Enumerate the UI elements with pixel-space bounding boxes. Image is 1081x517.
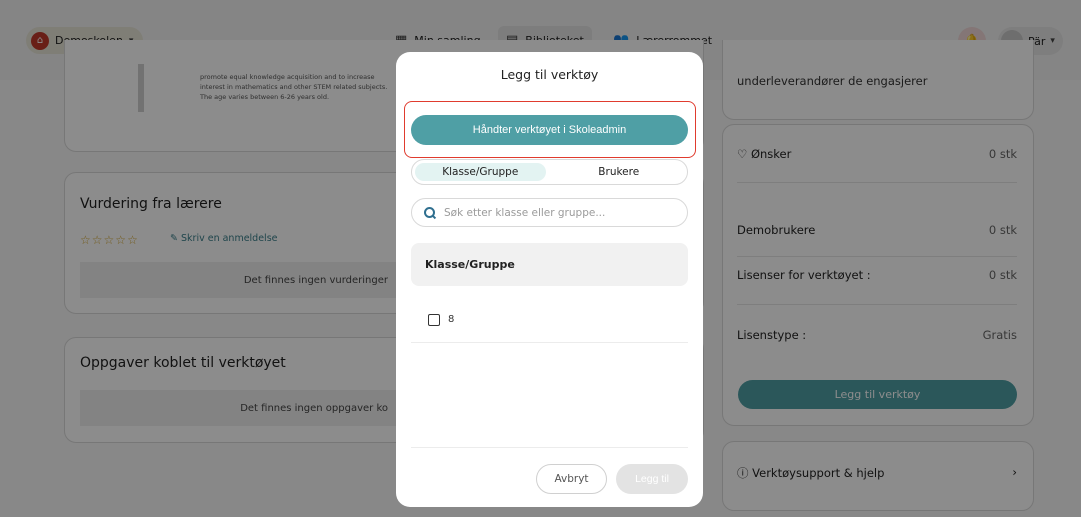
manage-in-skoleadmin-button[interactable]: Håndter verktøyet i Skoleadmin: [411, 115, 688, 145]
row-checkbox[interactable]: [428, 313, 440, 326]
modal-title: Legg til verktøy: [500, 67, 599, 82]
search-icon: [424, 206, 436, 219]
table-row[interactable]: 8: [411, 297, 688, 343]
add-tool-modal: Legg til verktøy Håndter verktøyet i Sko…: [396, 52, 703, 507]
search-input[interactable]: [444, 206, 664, 219]
divider: [411, 447, 688, 448]
tab-users[interactable]: Brukere: [554, 163, 685, 181]
cancel-button[interactable]: Avbryt: [536, 464, 607, 494]
table-header: Klasse/Gruppe: [411, 243, 688, 286]
tab-class-group[interactable]: Klasse/Gruppe: [415, 163, 546, 181]
add-button[interactable]: Legg til: [616, 464, 688, 494]
tab-switcher: Klasse/Gruppe Brukere: [411, 159, 688, 185]
row-label: 8: [448, 314, 455, 325]
search-box: [411, 198, 688, 227]
